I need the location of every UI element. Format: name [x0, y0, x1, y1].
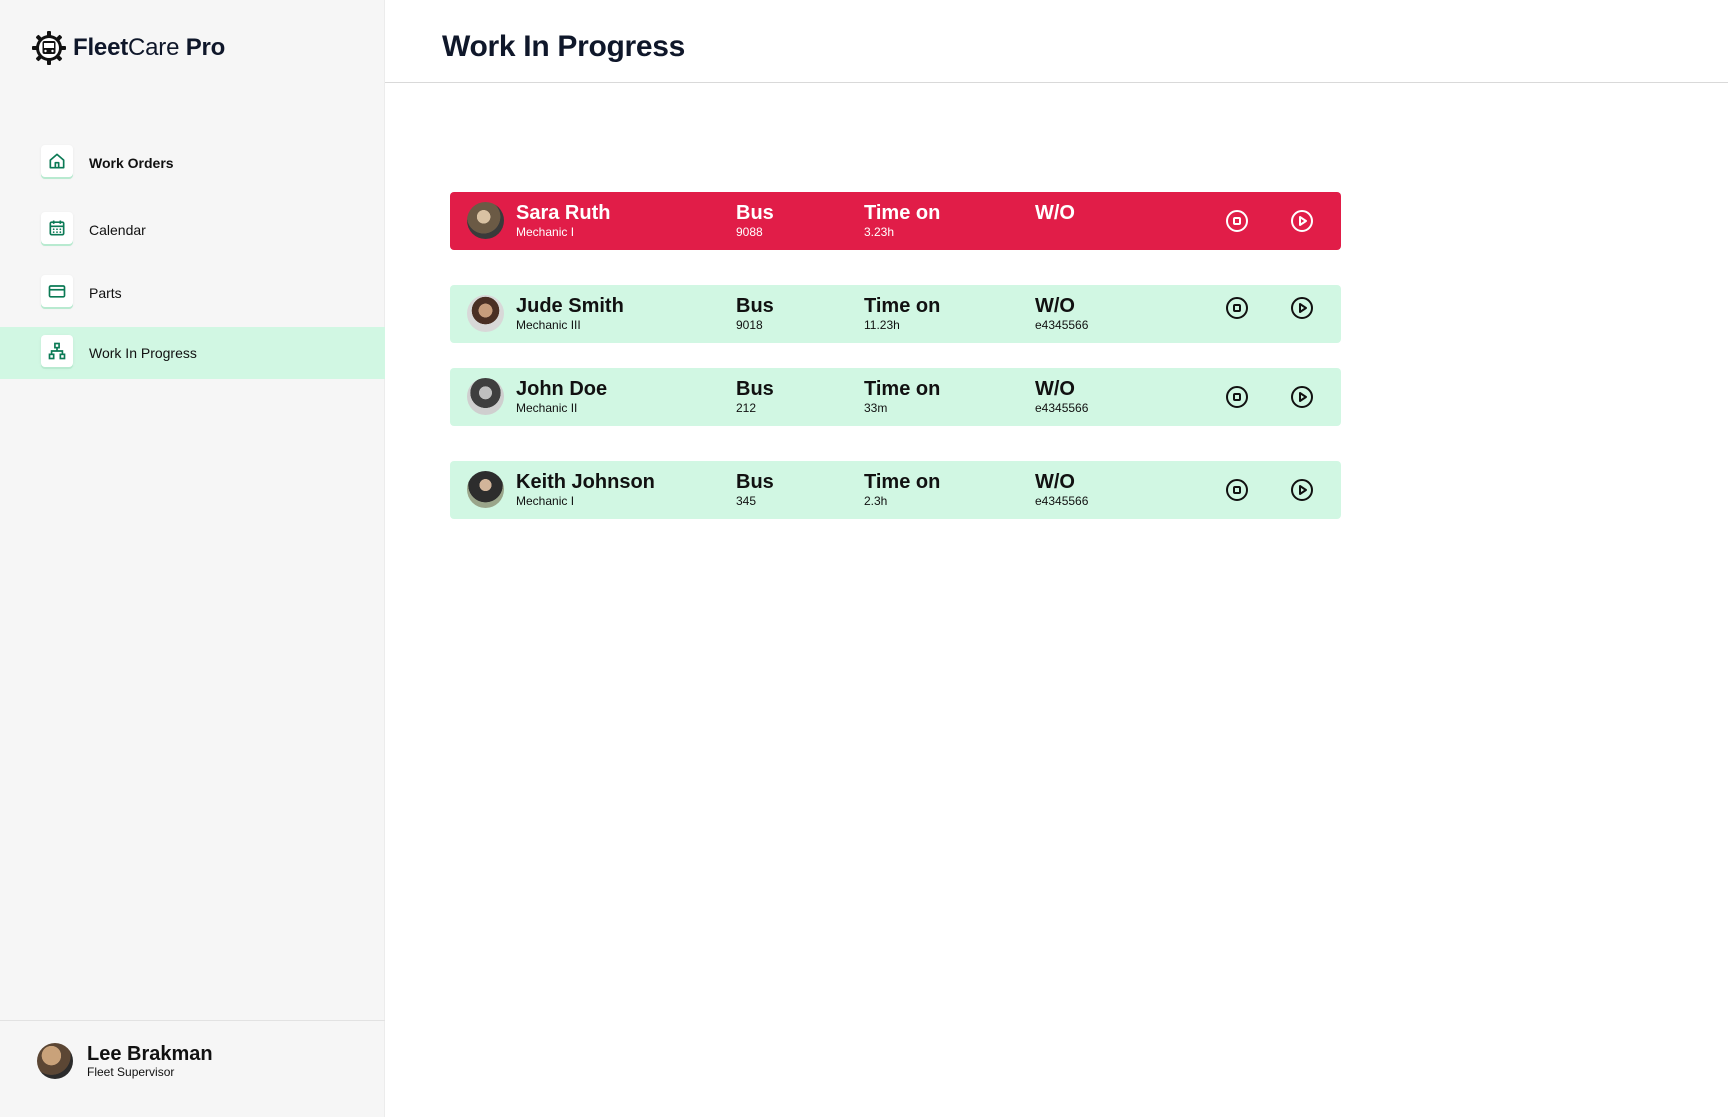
sidebar-item-parts[interactable]: Parts	[0, 267, 385, 319]
time-on-value: 3.23h	[864, 225, 895, 239]
stop-button[interactable]	[1224, 477, 1250, 503]
work-order-label: W/O	[1035, 295, 1075, 317]
stop-circle-icon	[1226, 386, 1248, 408]
stop-circle-icon	[1226, 297, 1248, 319]
sidebar-item-label: Work In Progress	[89, 345, 197, 361]
user-profile[interactable]: Lee Brakman Fleet Supervisor	[0, 1020, 385, 1117]
credit-card-icon	[41, 275, 73, 307]
stop-button[interactable]	[1224, 208, 1250, 234]
work-order-label: W/O	[1035, 471, 1075, 493]
mechanic-name: Jude Smith	[516, 295, 624, 317]
play-button[interactable]	[1289, 208, 1315, 234]
mechanic-role: Mechanic III	[516, 318, 581, 332]
mechanic-name: Sara Ruth	[516, 202, 611, 224]
play-button[interactable]	[1289, 477, 1315, 503]
time-on-label: Time on	[864, 295, 941, 317]
time-on-label: Time on	[864, 202, 941, 224]
mechanic-role: Mechanic I	[516, 225, 575, 239]
brand-name-part1: Fleet	[73, 34, 129, 61]
user-name: Lee Brakman	[87, 1043, 213, 1065]
avatar	[467, 471, 504, 508]
avatar	[37, 1043, 73, 1079]
work-order-number: e4345566	[1035, 318, 1089, 332]
work-order-number: e4345566	[1035, 494, 1089, 508]
work-order-number: e4345566	[1035, 401, 1089, 415]
wip-row[interactable]: John Doe Mechanic II Bus 212 Time on 33m…	[450, 368, 1341, 426]
sidebar-item-label: Work Orders	[89, 155, 174, 171]
avatar	[467, 378, 504, 415]
time-on-value: 2.3h	[864, 494, 888, 508]
play-button[interactable]	[1289, 384, 1315, 410]
work-order-label: W/O	[1035, 378, 1075, 400]
stop-button[interactable]	[1224, 295, 1250, 321]
time-on-label: Time on	[864, 378, 941, 400]
brand-name-part2: Care	[128, 34, 180, 61]
time-on-value: 11.23h	[864, 318, 900, 332]
play-circle-icon	[1291, 210, 1313, 232]
stop-circle-icon	[1226, 210, 1248, 232]
sitemap-icon	[41, 335, 73, 367]
page-header: Work In Progress	[385, 0, 1728, 83]
brand-name: FleetCare Pro	[73, 34, 225, 62]
page-title: Work In Progress	[442, 30, 686, 63]
bus-number: 212	[736, 401, 757, 415]
sidebar-item-work-orders[interactable]: Work Orders	[0, 137, 385, 189]
stop-button[interactable]	[1224, 384, 1250, 410]
home-icon	[41, 145, 73, 177]
wip-row[interactable]: Keith Johnson Mechanic I Bus 345 Time on…	[450, 461, 1341, 519]
play-circle-icon	[1291, 297, 1313, 319]
avatar	[467, 295, 504, 332]
sidebar: FleetCare Pro Work Orders Calendar Parts	[0, 0, 385, 1117]
bus-number: 9018	[736, 318, 763, 332]
bus-label: Bus	[736, 202, 774, 224]
bus-label: Bus	[736, 471, 774, 493]
play-circle-icon	[1291, 479, 1313, 501]
play-button[interactable]	[1289, 295, 1315, 321]
mechanic-name: John Doe	[516, 378, 608, 400]
brand-name-part3: Pro	[179, 34, 226, 61]
time-on-value: 33m	[864, 401, 888, 415]
sidebar-item-label: Parts	[89, 285, 122, 301]
mechanic-name: Keith Johnson	[516, 471, 655, 493]
mechanic-role: Mechanic II	[516, 401, 578, 415]
bus-number: 345	[736, 494, 757, 508]
bus-label: Bus	[736, 378, 774, 400]
bus-label: Bus	[736, 295, 774, 317]
time-on-label: Time on	[864, 471, 941, 493]
sidebar-item-work-in-progress[interactable]: Work In Progress	[0, 327, 385, 379]
calendar-icon	[41, 212, 73, 244]
mechanic-role: Mechanic I	[516, 494, 575, 508]
sidebar-item-label: Calendar	[89, 222, 146, 238]
gear-bus-logo-icon	[32, 31, 66, 65]
work-order-label: W/O	[1035, 202, 1075, 224]
brand[interactable]: FleetCare Pro	[31, 30, 225, 66]
stop-circle-icon	[1226, 479, 1248, 501]
sidebar-item-calendar[interactable]: Calendar	[0, 204, 385, 256]
avatar	[467, 202, 504, 239]
play-circle-icon	[1291, 386, 1313, 408]
user-role: Fleet Supervisor	[87, 1065, 175, 1079]
wip-row[interactable]: Sara Ruth Mechanic I Bus 9088 Time on 3.…	[450, 192, 1341, 250]
wip-row[interactable]: Jude Smith Mechanic III Bus 9018 Time on…	[450, 285, 1341, 343]
bus-number: 9088	[736, 225, 763, 239]
app: FleetCare Pro Work Orders Calendar Parts	[0, 0, 1728, 1117]
